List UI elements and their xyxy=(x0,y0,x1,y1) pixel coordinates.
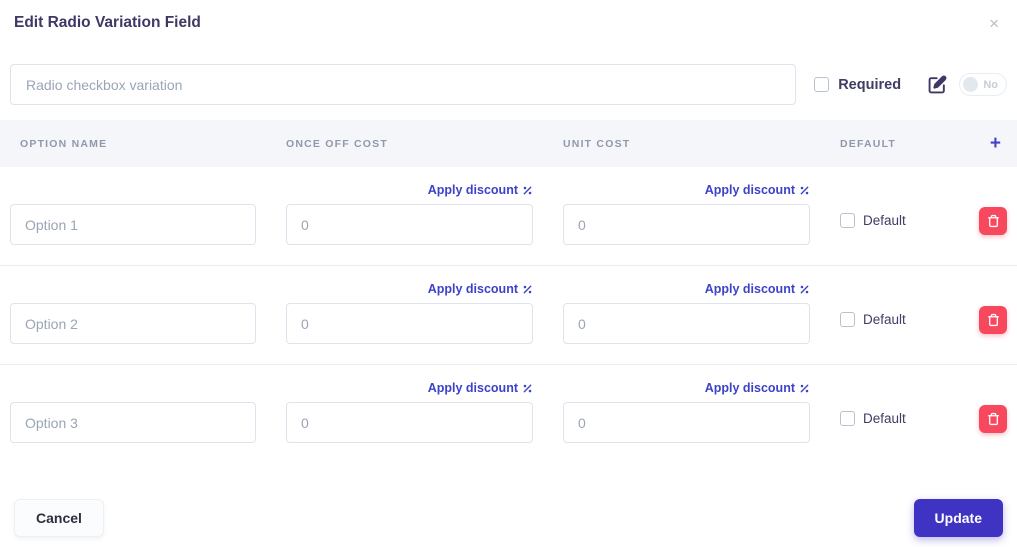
required-toggle-wrap: Required xyxy=(814,77,901,93)
apply-discount-label: Apply discount xyxy=(427,282,518,296)
column-header-unit-cost: UNIT COST xyxy=(563,137,631,150)
apply-discount-label: Apply discount xyxy=(427,381,518,395)
unit-cost-input[interactable] xyxy=(563,402,810,443)
field-state-toggle[interactable]: No xyxy=(959,73,1007,96)
default-checkbox-wrap: Default xyxy=(840,213,937,228)
update-button[interactable]: Update xyxy=(913,499,1003,537)
apply-discount-once-off-link[interactable]: Apply discount xyxy=(428,279,533,299)
option-name-input[interactable] xyxy=(10,204,256,245)
apply-discount-label: Apply discount xyxy=(704,282,795,296)
default-checkbox-wrap: Default xyxy=(840,411,937,426)
percent-icon xyxy=(523,285,532,293)
option-name-input[interactable] xyxy=(10,303,256,344)
modal-header: Edit Radio Variation Field × xyxy=(0,0,1017,33)
unit-cost-input[interactable] xyxy=(563,204,810,245)
modal-footer: Cancel Update xyxy=(0,499,1017,537)
add-option-icon[interactable]: + xyxy=(990,134,1007,153)
percent-icon xyxy=(523,384,532,392)
percent-icon xyxy=(800,384,809,392)
delete-option-button[interactable] xyxy=(979,404,1007,433)
toggle-state-label: No xyxy=(983,78,998,91)
options-table-header: OPTION NAME ONCE OFF COST UNIT COST DEFA… xyxy=(0,120,1017,167)
default-label: Default xyxy=(863,411,906,426)
delete-option-button[interactable] xyxy=(979,305,1007,334)
default-checkbox[interactable] xyxy=(840,312,855,327)
edit-radio-variation-modal: Edit Radio Variation Field × Required No… xyxy=(0,0,1017,547)
default-label: Default xyxy=(863,213,906,228)
option-inputs-row: Default xyxy=(10,402,1007,443)
column-header-option-name: OPTION NAME xyxy=(20,137,108,150)
option-row: Apply discount Apply discount Default xyxy=(0,167,1017,265)
close-icon[interactable]: × xyxy=(985,15,1003,32)
apply-discount-unit-link[interactable]: Apply discount xyxy=(705,279,810,299)
cancel-button[interactable]: Cancel xyxy=(14,499,104,537)
option-name-input[interactable] xyxy=(10,402,256,443)
discount-links-row: Apply discount Apply discount xyxy=(10,279,1007,299)
apply-discount-unit-link[interactable]: Apply discount xyxy=(705,378,810,398)
percent-icon xyxy=(800,285,809,293)
option-row: Apply discount Apply discount Default xyxy=(0,364,1017,463)
option-row: Apply discount Apply discount Default xyxy=(0,265,1017,364)
once-off-cost-input[interactable] xyxy=(286,204,533,245)
required-checkbox[interactable] xyxy=(814,77,830,92)
field-name-row: Required No xyxy=(0,64,1017,105)
apply-discount-label: Apply discount xyxy=(427,183,518,197)
default-label: Default xyxy=(863,312,906,327)
trash-icon xyxy=(987,214,999,227)
option-inputs-row: Default xyxy=(10,303,1007,344)
default-checkbox[interactable] xyxy=(840,213,855,228)
percent-icon xyxy=(800,186,809,194)
modal-title: Edit Radio Variation Field xyxy=(14,14,201,31)
apply-discount-label: Apply discount xyxy=(704,381,795,395)
edit-icon[interactable] xyxy=(928,75,947,94)
discount-links-row: Apply discount Apply discount xyxy=(10,180,1007,200)
column-header-once-off-cost: ONCE OFF COST xyxy=(286,137,388,150)
field-name-input[interactable] xyxy=(10,64,797,105)
trash-icon xyxy=(987,313,999,326)
once-off-cost-input[interactable] xyxy=(286,402,533,443)
trash-icon xyxy=(987,412,999,425)
default-checkbox[interactable] xyxy=(840,411,855,426)
delete-option-button[interactable] xyxy=(979,206,1007,235)
required-label: Required xyxy=(838,76,902,93)
apply-discount-once-off-link[interactable]: Apply discount xyxy=(428,378,533,398)
percent-icon xyxy=(523,186,532,194)
apply-discount-unit-link[interactable]: Apply discount xyxy=(705,180,810,200)
apply-discount-once-off-link[interactable]: Apply discount xyxy=(428,180,533,200)
discount-links-row: Apply discount Apply discount xyxy=(10,378,1007,398)
once-off-cost-input[interactable] xyxy=(286,303,533,344)
toggle-knob xyxy=(963,76,979,92)
option-inputs-row: Default xyxy=(10,204,1007,245)
apply-discount-label: Apply discount xyxy=(704,183,795,197)
default-checkbox-wrap: Default xyxy=(840,312,937,327)
unit-cost-input[interactable] xyxy=(563,303,810,344)
column-header-default: DEFAULT xyxy=(840,137,897,150)
